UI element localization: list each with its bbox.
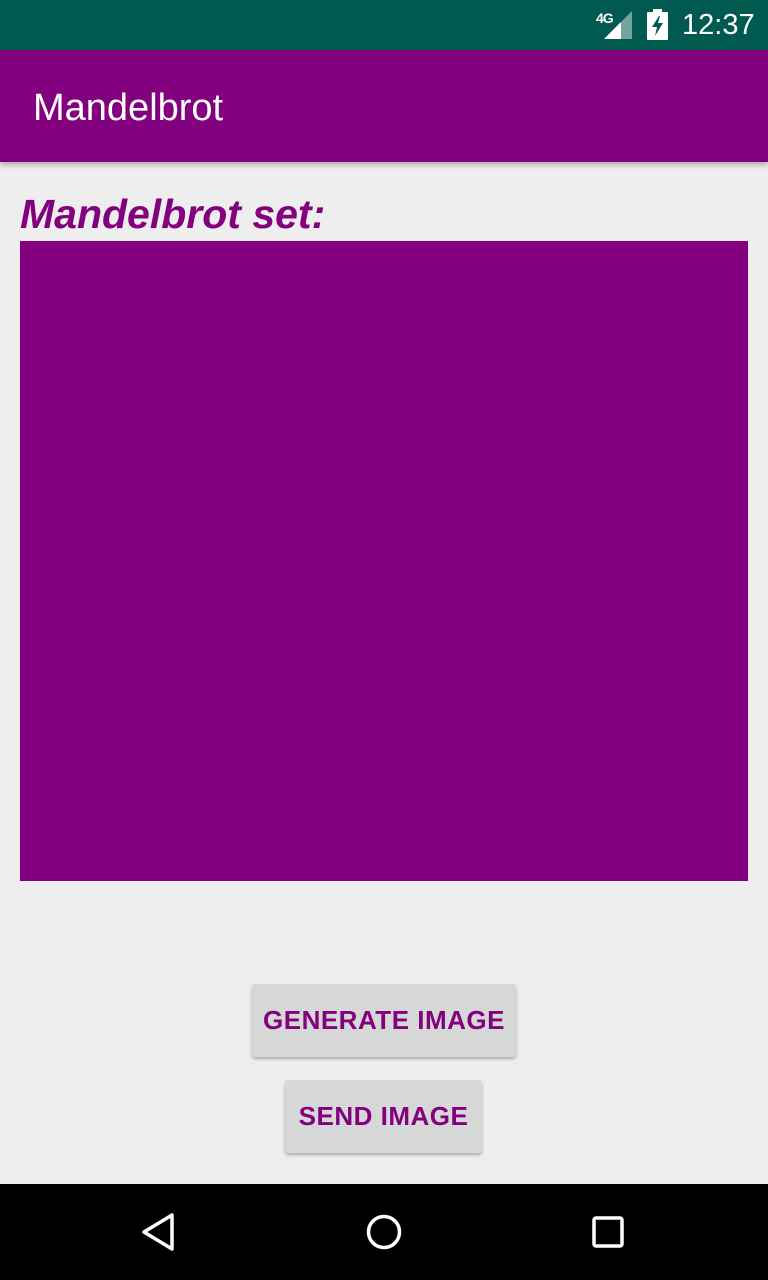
- signal-icon: [604, 11, 632, 39]
- recents-icon: [592, 1216, 624, 1248]
- send-image-button[interactable]: SEND IMAGE: [285, 1080, 482, 1153]
- status-bar: 4G 12:37: [0, 0, 768, 50]
- generate-image-button[interactable]: GENERATE IMAGE: [252, 984, 516, 1057]
- status-clock: 12:37: [682, 9, 755, 41]
- mandelbrot-image: [20, 241, 748, 881]
- app-bar: Mandelbrot: [0, 50, 768, 162]
- home-button[interactable]: [354, 1202, 414, 1262]
- back-icon: [142, 1213, 174, 1251]
- navigation-bar: [0, 1184, 768, 1280]
- battery-charging-icon: [647, 9, 668, 40]
- section-heading: Mandelbrot set:: [20, 191, 326, 237]
- recents-button[interactable]: [578, 1202, 638, 1262]
- back-button[interactable]: [130, 1202, 190, 1262]
- app-title: Mandelbrot: [33, 87, 224, 129]
- home-icon: [366, 1214, 402, 1250]
